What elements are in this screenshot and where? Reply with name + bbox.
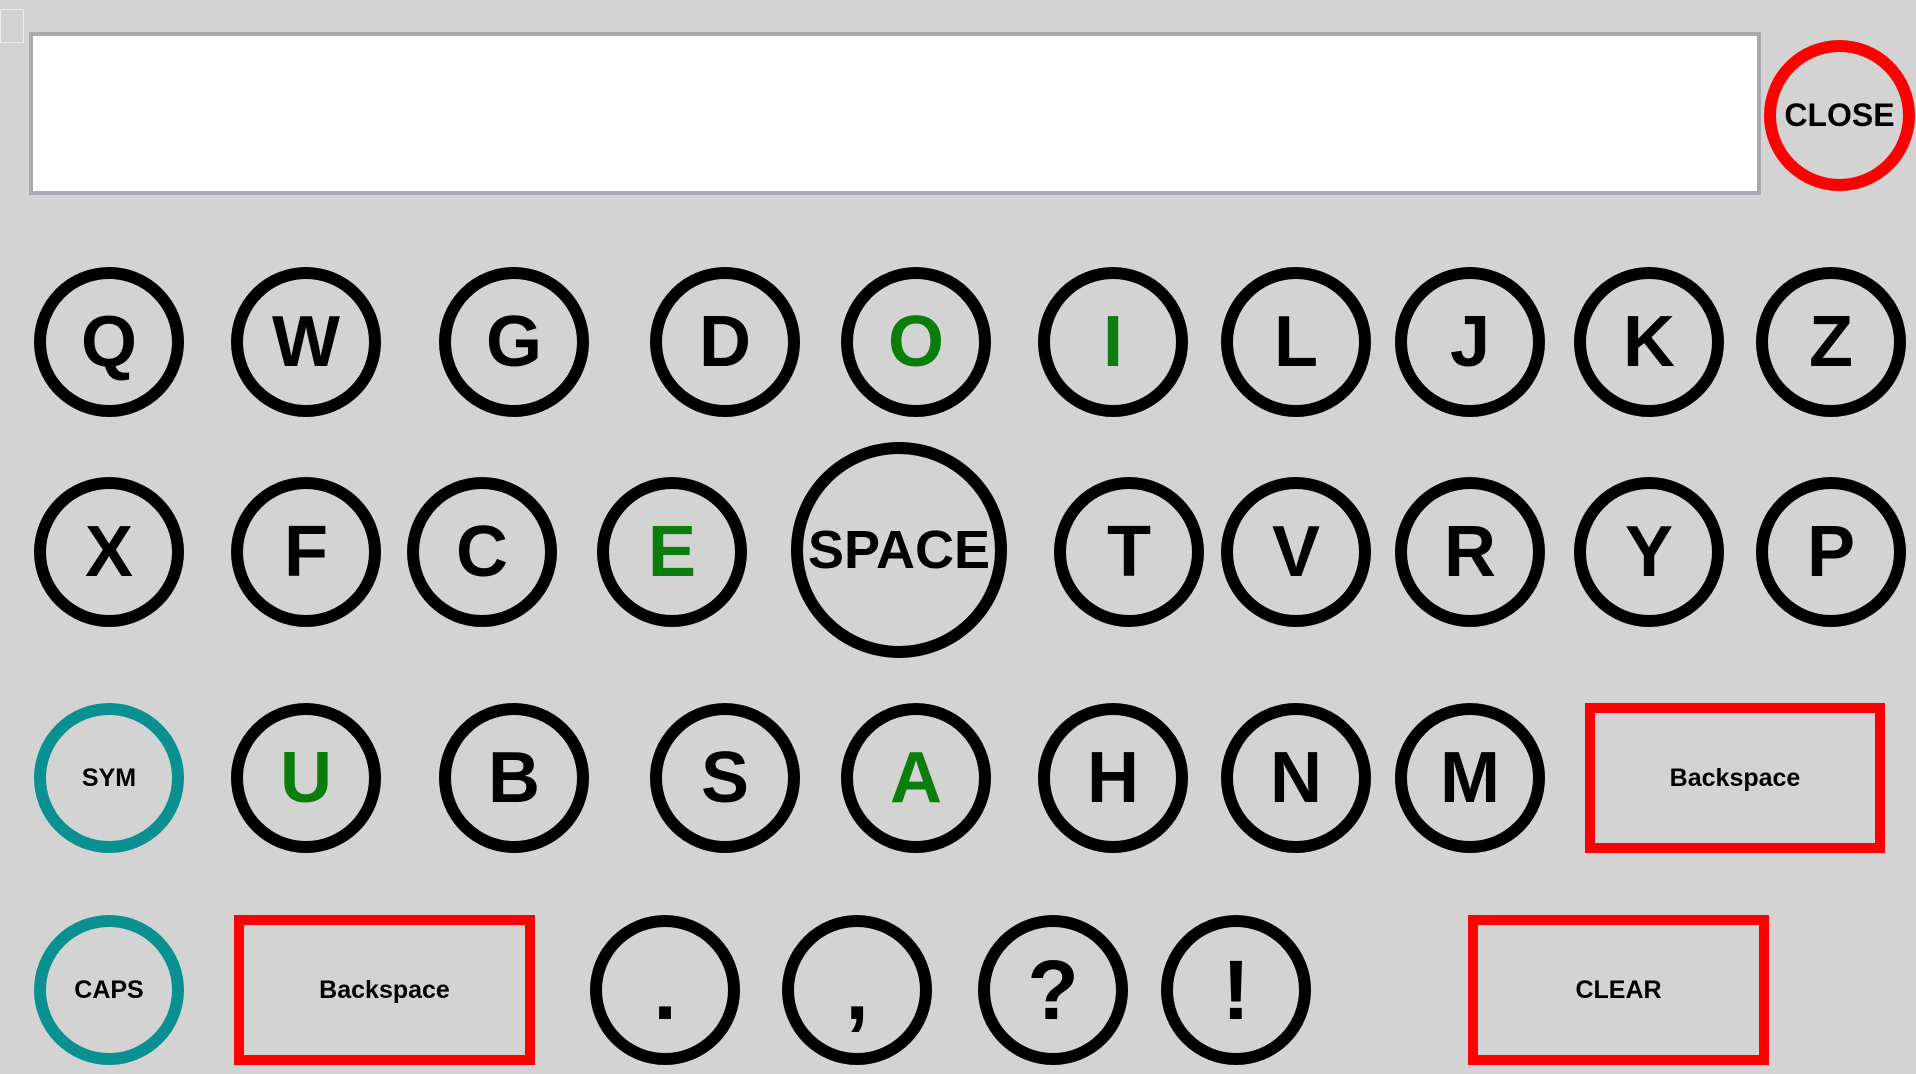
key-j[interactable]: J <box>1395 267 1545 417</box>
key-d[interactable]: D <box>650 267 800 417</box>
key-a[interactable]: A <box>841 703 991 853</box>
key-m[interactable]: M <box>1395 703 1545 853</box>
key-k[interactable]: K <box>1574 267 1724 417</box>
key-x[interactable]: X <box>34 477 184 627</box>
key-v[interactable]: V <box>1221 477 1371 627</box>
space-key[interactable]: SPACE <box>791 442 1007 658</box>
close-button[interactable]: CLOSE <box>1764 40 1915 191</box>
key-i[interactable]: I <box>1038 267 1188 417</box>
key-exclamation[interactable]: ! <box>1161 915 1311 1065</box>
backspace-button[interactable]: Backspace <box>1585 703 1885 853</box>
caps-key[interactable]: CAPS <box>34 915 184 1065</box>
key-u[interactable]: U <box>231 703 381 853</box>
key-h[interactable]: H <box>1038 703 1188 853</box>
key-b[interactable]: B <box>439 703 589 853</box>
window-corner-box <box>0 9 24 43</box>
key-z[interactable]: Z <box>1756 267 1906 417</box>
text-display-field[interactable] <box>29 32 1761 195</box>
key-c[interactable]: C <box>407 477 557 627</box>
backspace-button-bottom[interactable]: Backspace <box>234 915 535 1065</box>
key-question-mark[interactable]: ? <box>978 915 1128 1065</box>
key-q[interactable]: Q <box>34 267 184 417</box>
key-period[interactable]: . <box>590 915 740 1065</box>
sym-key[interactable]: SYM <box>34 703 184 853</box>
key-t[interactable]: T <box>1054 477 1204 627</box>
key-comma[interactable]: , <box>782 915 932 1065</box>
key-r[interactable]: R <box>1395 477 1545 627</box>
key-y[interactable]: Y <box>1574 477 1724 627</box>
key-g[interactable]: G <box>439 267 589 417</box>
key-w[interactable]: W <box>231 267 381 417</box>
key-e[interactable]: E <box>597 477 747 627</box>
key-f[interactable]: F <box>231 477 381 627</box>
key-l[interactable]: L <box>1221 267 1371 417</box>
key-n[interactable]: N <box>1221 703 1371 853</box>
clear-button[interactable]: CLEAR <box>1468 915 1769 1065</box>
key-o[interactable]: O <box>841 267 991 417</box>
key-s[interactable]: S <box>650 703 800 853</box>
key-p[interactable]: P <box>1756 477 1906 627</box>
